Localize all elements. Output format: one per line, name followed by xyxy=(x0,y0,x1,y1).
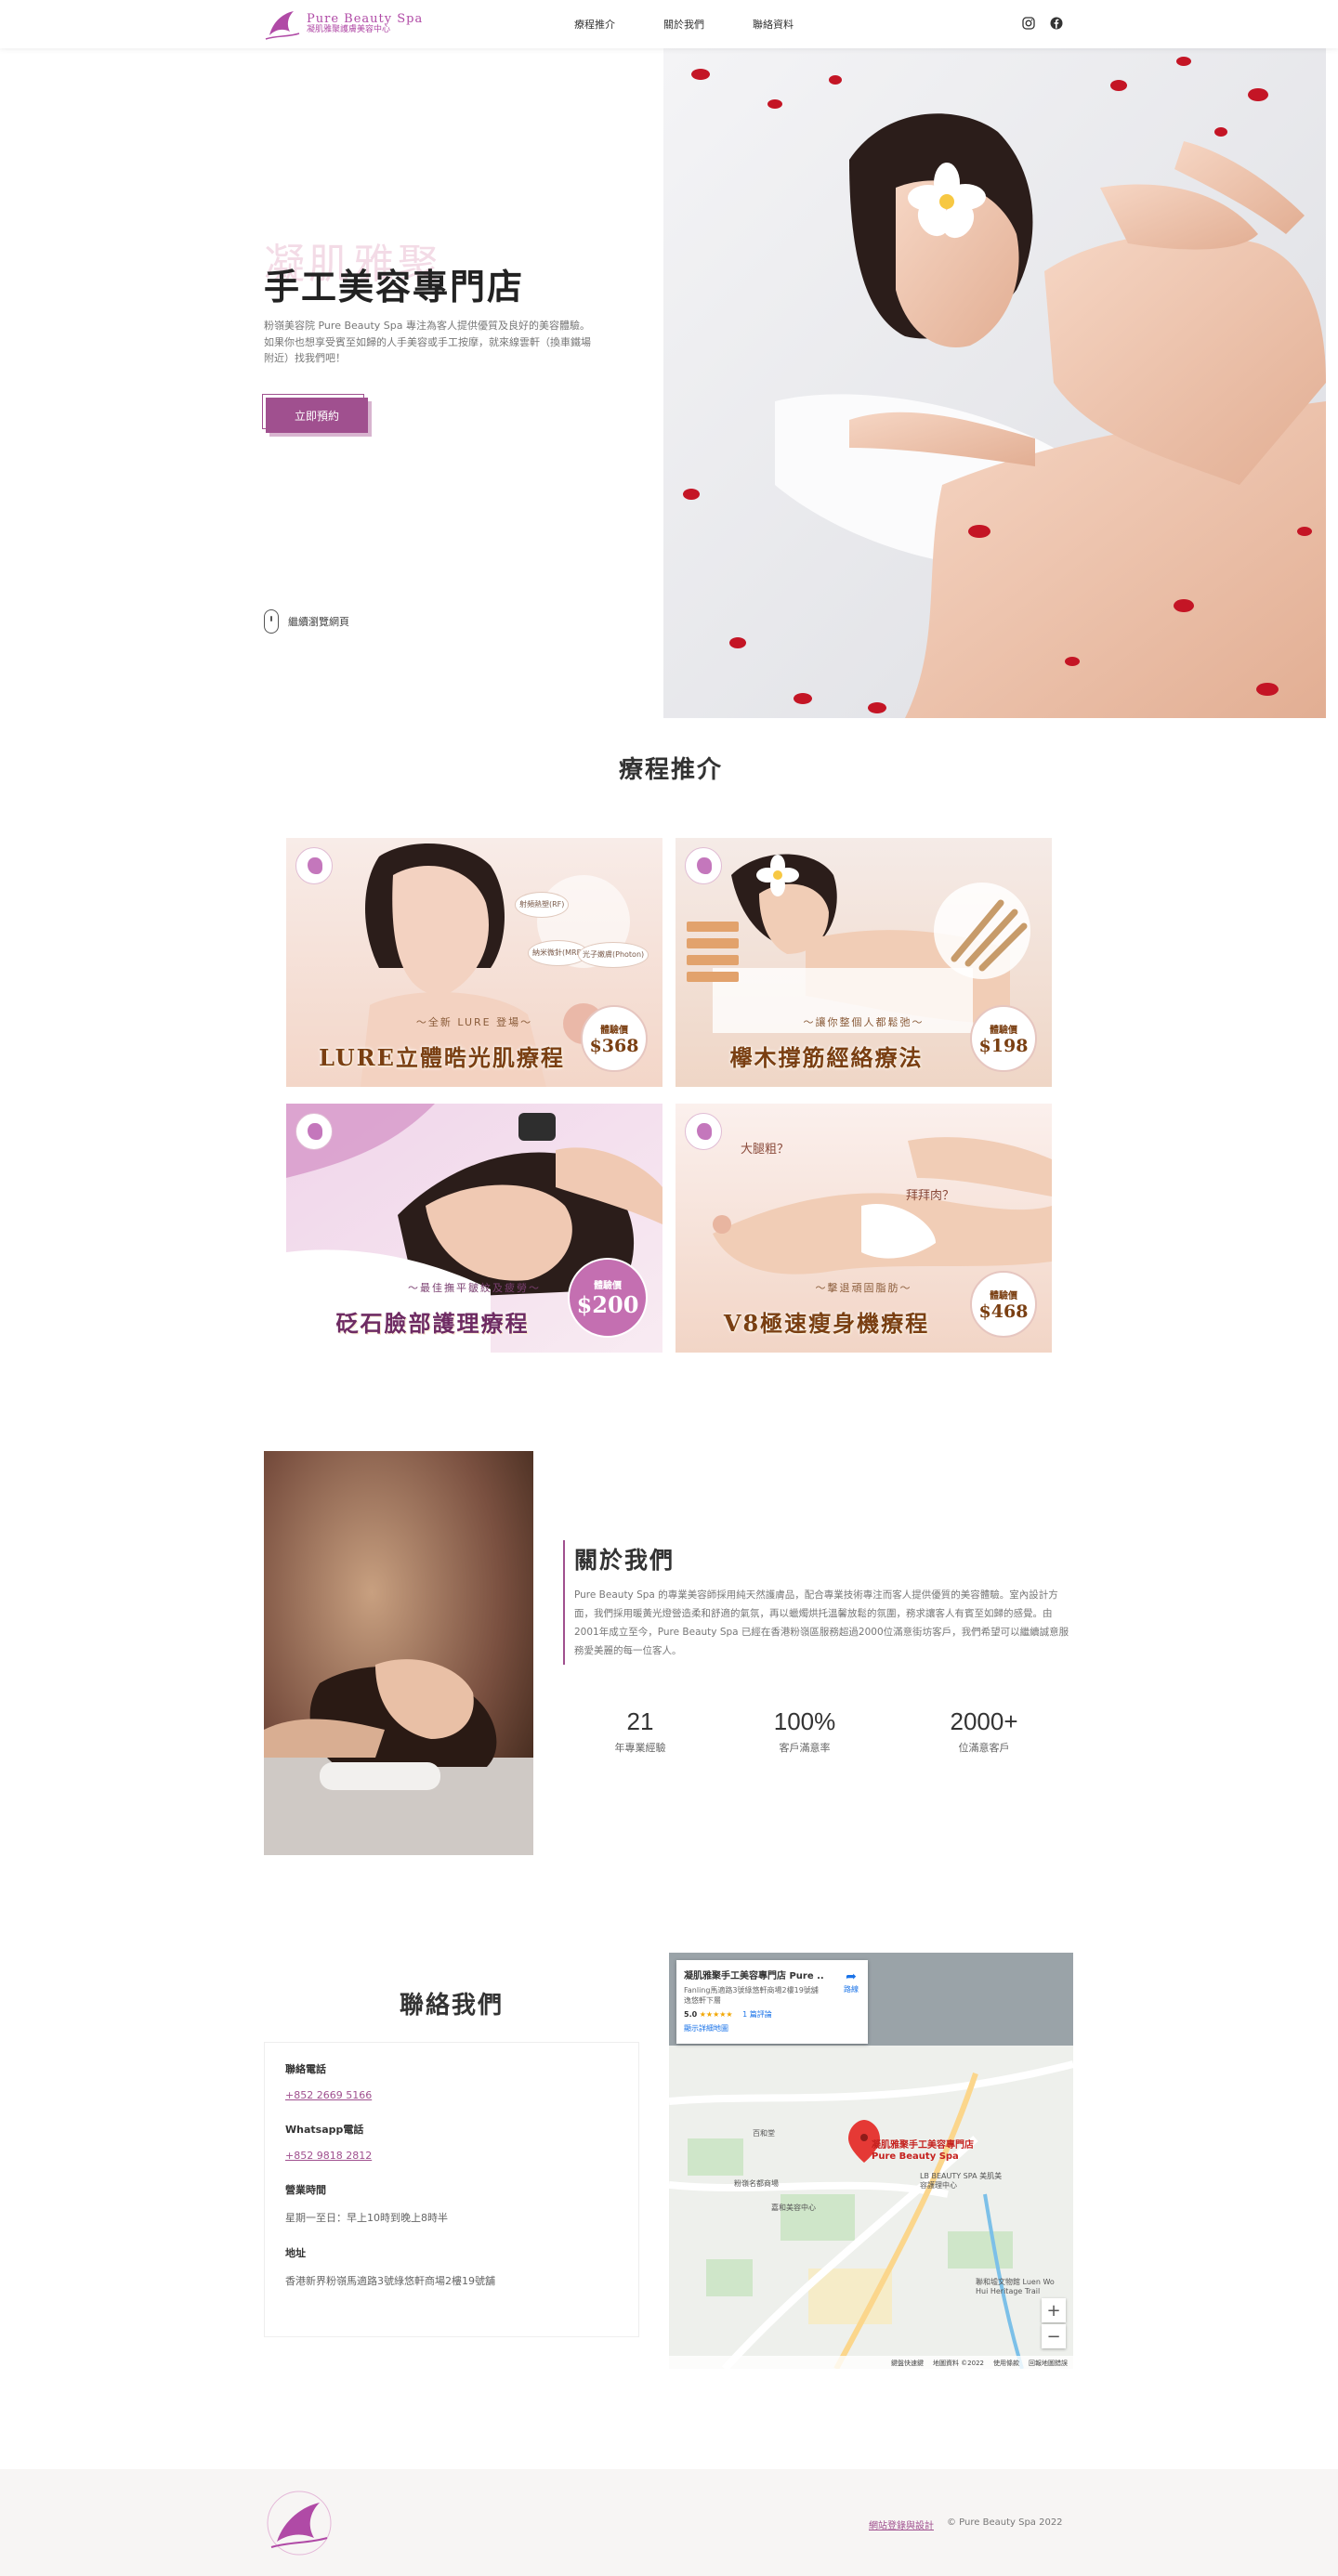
logo-icon xyxy=(265,11,300,40)
nav-services[interactable]: 療程推介 xyxy=(574,17,615,32)
map-place-title: 凝肌雅聚手工美容專門店 Pure ... xyxy=(684,1971,823,1981)
tag-arm: 拜拜肉？ xyxy=(906,1189,955,1203)
about-accent-bar xyxy=(563,1540,565,1665)
card-logo-icon xyxy=(685,1113,722,1150)
map-terms-link[interactable]: 使用條款 xyxy=(993,2359,1019,2367)
map-label: 聯和墟文物館 Luen Wo Hui Heritage Trail xyxy=(976,2278,1055,2295)
price-value: $198 xyxy=(978,1035,1029,1056)
nav-about[interactable]: 關於我們 xyxy=(663,17,704,32)
tag-rf: 射頻熱塑(RF) xyxy=(515,892,570,918)
stat-experience: 21 年專業經驗 xyxy=(571,1707,710,1755)
site-footer: 網站登錄與設計 © Pure Beauty Spa 2022 xyxy=(0,2469,1338,2576)
stat-customers: 2000+ 位滿意客戶 xyxy=(914,1707,1054,1755)
about-title: 關於我們 xyxy=(574,1547,676,1574)
map-footer: 鍵盤快速鍵 地圖資料 ©2022 使用條款 回報地圖錯誤 xyxy=(669,2356,1073,2369)
hero-title: 手工美容專門店 xyxy=(264,266,525,307)
whatsapp-label: Whatsapp電話 xyxy=(285,2124,364,2136)
price-label: 體驗價 xyxy=(990,1290,1017,1301)
price-badge: 體驗價 $198 xyxy=(970,1005,1037,1072)
services-title: 療程推介 xyxy=(619,756,724,784)
footer-copyright: © Pure Beauty Spa 2022 xyxy=(947,2517,1063,2528)
price-value: $200 xyxy=(576,1291,639,1318)
hero-description: 粉嶺美容院 Pure Beauty Spa 專注為客人提供優質及良好的美容體驗。… xyxy=(264,320,591,365)
address-value: 香港新界粉嶺馬適路3號綠悠軒商場2樓19號舖 xyxy=(285,2275,495,2287)
map-rating: 5.0 ★★★★★ 1 篇評論 xyxy=(684,2009,860,2020)
contact-info-box: 聯絡電話 +852 2669 5166 Whatsapp電話 +852 9818… xyxy=(264,2042,639,2337)
site-header: Pure Beauty Spa 凝肌雅聚護膚美容中心 療程推介 關於我們 聯絡資… xyxy=(0,0,1338,48)
stat-label: 客戶滿意率 xyxy=(779,1742,831,1754)
services-grid: 射頻熱塑(RF) 納米微針(MRF) 光子嫩膚(Photon) ～全新 LURE… xyxy=(286,838,1052,1354)
price-value: $368 xyxy=(589,1035,639,1056)
map-data-credit: 地圖資料 ©2022 xyxy=(932,2360,984,2367)
nav-contact[interactable]: 聯絡資料 xyxy=(753,17,794,32)
scroll-hint-label: 繼續瀏覽網頁 xyxy=(288,616,349,628)
map-rating-value: 5.0 xyxy=(684,2010,698,2020)
map-label: 百和堂 xyxy=(753,2129,775,2138)
phone-link[interactable]: +852 2669 5166 xyxy=(285,2089,372,2101)
map-place-address: Fanling馬適路3號綠悠軒商場2樓19號舖逸悠軒下層 xyxy=(684,1986,819,2006)
phone-label: 聯絡電話 xyxy=(285,2063,326,2075)
stat-label: 年專業經驗 xyxy=(614,1742,666,1754)
whatsapp-link[interactable]: +852 9818 2812 xyxy=(285,2150,372,2162)
about-text: Pure Beauty Spa 的專業美容師採用純天然護膚品，配合專業技術專注而… xyxy=(574,1589,1069,1656)
about-photo xyxy=(264,1451,533,1855)
stat-label: 位滿意客戶 xyxy=(958,1742,1010,1754)
scroll-hint[interactable]: 繼續瀏覽網頁 xyxy=(264,609,349,634)
map-zoom-out-button[interactable]: − xyxy=(1042,2324,1066,2348)
social-links xyxy=(1022,17,1063,30)
tag-photon: 光子嫩膚(Photon) xyxy=(578,942,649,968)
map-label: LB BEAUTY SPA 美肌美容護理中心 xyxy=(920,2172,1003,2190)
hero-spa-photo xyxy=(663,48,1326,718)
main-nav: 療程推介 關於我們 聯絡資料 xyxy=(574,17,794,32)
stat-satisfaction: 100% 客戶滿意率 xyxy=(735,1707,874,1755)
map-place-card: 凝肌雅聚手工美容專門店 Pure ... Fanling馬適路3號綠悠軒商場2樓… xyxy=(676,1960,868,2044)
tag-thigh: 大腿粗？ xyxy=(741,1143,790,1157)
google-map[interactable]: 凝肌雅聚手工美容專門店 Pure ... Fanling馬適路3號綠悠軒商場2樓… xyxy=(669,1953,1073,2369)
footer-design-link[interactable]: 網站登錄與設計 xyxy=(869,2517,934,2531)
map-report-link[interactable]: 回報地圖錯誤 xyxy=(1029,2359,1068,2367)
site-logo[interactable]: Pure Beauty Spa 凝肌雅聚護膚美容中心 xyxy=(264,7,423,41)
map-reviews-link[interactable]: 1 篇評論 xyxy=(742,2010,772,2019)
service-card-v8-slimming[interactable]: 大腿粗？ 拜拜肉？ ～擊退頑固脂肪～ V8極速瘦身機療程 體驗價 $468 xyxy=(676,1104,1052,1353)
hours-label: 營業時間 xyxy=(285,2184,326,2196)
map-directions-label: 路線 xyxy=(844,1985,859,1994)
map-label: 粉嶺名都商場 xyxy=(734,2179,779,2188)
stat-number: 21 xyxy=(626,1707,654,1735)
logo-name-zh: 凝肌雅聚護膚美容中心 xyxy=(307,25,391,35)
service-card-lure[interactable]: 射頻熱塑(RF) 納米微針(MRF) 光子嫩膚(Photon) ～全新 LURE… xyxy=(286,838,662,1087)
price-badge: 體驗價 $468 xyxy=(970,1271,1037,1338)
footer-credits: 網站登錄與設計 © Pure Beauty Spa 2022 xyxy=(869,2517,1063,2531)
directions-icon: ➦ xyxy=(846,1969,857,1984)
map-larger-link[interactable]: 顯示詳細地圖 xyxy=(684,2023,860,2033)
service-card-stone-facial[interactable]: ～最佳撫平皺紋及疲勞～ 砭石臉部護理療程 體驗價 $200 xyxy=(286,1104,662,1353)
hours-value: 星期一至日：早上10時到晚上8時半 xyxy=(285,2212,448,2224)
price-value: $468 xyxy=(978,1301,1029,1322)
card-logo-icon xyxy=(295,1113,333,1150)
card-logo-icon xyxy=(685,847,722,884)
footer-logo-icon[interactable] xyxy=(264,2488,334,2558)
map-pin-label: 凝肌雅聚手工美容專門店Pure Beauty Spa xyxy=(872,2140,974,2162)
price-label: 體驗價 xyxy=(990,1025,1017,1036)
card-logo-icon xyxy=(295,847,333,884)
map-directions-button[interactable]: ➦ 路線 xyxy=(844,1969,859,1994)
map-shortcuts-link[interactable]: 鍵盤快速鍵 xyxy=(891,2359,924,2367)
facebook-icon[interactable] xyxy=(1050,17,1063,30)
price-label: 體驗價 xyxy=(600,1025,628,1036)
price-badge: 體驗價 $368 xyxy=(581,1005,648,1072)
price-badge: 體驗價 $200 xyxy=(568,1258,648,1338)
map-label: 嘉和美容中心 xyxy=(771,2203,816,2212)
instagram-icon[interactable] xyxy=(1022,17,1035,30)
address-label: 地址 xyxy=(285,2247,306,2259)
stat-number: 2000+ xyxy=(950,1707,1018,1735)
mouse-scroll-icon xyxy=(264,609,279,634)
contact-title: 聯絡我們 xyxy=(399,1992,504,2020)
price-label: 體驗價 xyxy=(594,1281,622,1291)
service-card-wood-therapy[interactable]: ～讓你整個人都鬆弛～ 欅木撐筋經絡療法 體驗價 $198 xyxy=(676,838,1052,1087)
map-rating-stars: ★★★★★ xyxy=(699,2010,733,2020)
map-zoom-in-button[interactable]: + xyxy=(1042,2298,1066,2322)
book-now-button[interactable]: 立即預約 xyxy=(262,394,368,433)
stat-number: 100% xyxy=(773,1707,836,1735)
